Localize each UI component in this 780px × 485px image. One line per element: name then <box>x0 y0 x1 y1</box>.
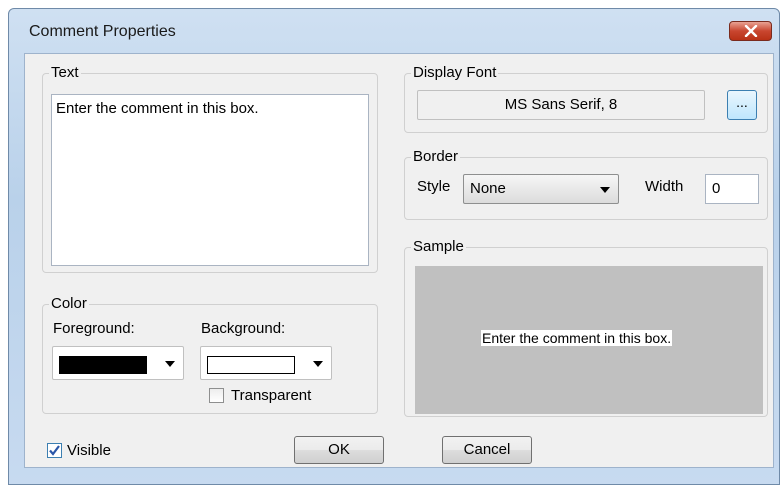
transparent-label: Transparent <box>231 387 312 404</box>
background-color-select[interactable] <box>200 346 332 380</box>
display-font-label: Display Font <box>411 64 499 81</box>
border-group: Border Style None Width 0 <box>404 148 768 220</box>
background-swatch <box>207 356 295 374</box>
foreground-label: Foreground: <box>53 320 135 337</box>
visible-label: Visible <box>67 442 111 459</box>
display-font-group: Display Font MS Sans Serif, 8 ... <box>404 64 768 133</box>
sample-group-label: Sample <box>411 238 466 255</box>
chevron-down-icon <box>313 361 323 367</box>
border-style-select[interactable]: None <box>463 174 619 204</box>
color-group-label: Color <box>49 295 89 312</box>
sample-preview: Enter the comment in this box. <box>415 266 763 414</box>
foreground-swatch <box>59 356 147 374</box>
border-style-value: None <box>470 180 506 197</box>
text-group: Text Enter the comment in this box. <box>42 64 378 273</box>
cancel-button[interactable]: Cancel <box>442 436 532 464</box>
close-icon <box>744 25 758 37</box>
checkmark-icon <box>49 445 60 456</box>
visible-checkbox[interactable] <box>47 443 62 458</box>
text-group-label: Text <box>49 64 81 81</box>
foreground-color-select[interactable] <box>52 346 184 380</box>
dialog-window: Comment Properties Text Enter the commen… <box>8 8 780 485</box>
close-button[interactable] <box>729 21 772 41</box>
sample-preview-text: Enter the comment in this box. <box>481 330 673 346</box>
border-style-label: Style <box>417 178 451 195</box>
ok-button[interactable]: OK <box>294 436 384 464</box>
sample-group: Sample Enter the comment in this box. <box>404 238 768 417</box>
dialog-client-area: Text Enter the comment in this box. Disp… <box>24 53 774 468</box>
border-width-label: Width <box>645 178 684 195</box>
background-label: Background: <box>201 320 286 337</box>
border-width-input[interactable]: 0 <box>705 174 759 204</box>
chevron-down-icon <box>165 361 175 367</box>
border-group-label: Border <box>411 148 461 165</box>
transparent-checkbox[interactable] <box>209 388 224 403</box>
display-font-field: MS Sans Serif, 8 <box>417 90 705 120</box>
color-group: Color Foreground: Background: Transparen… <box>42 295 378 414</box>
font-browse-button[interactable]: ... <box>727 90 757 120</box>
dialog-title: Comment Properties <box>29 23 176 40</box>
comment-textarea[interactable]: Enter the comment in this box. <box>51 94 369 266</box>
chevron-down-icon <box>600 187 610 193</box>
